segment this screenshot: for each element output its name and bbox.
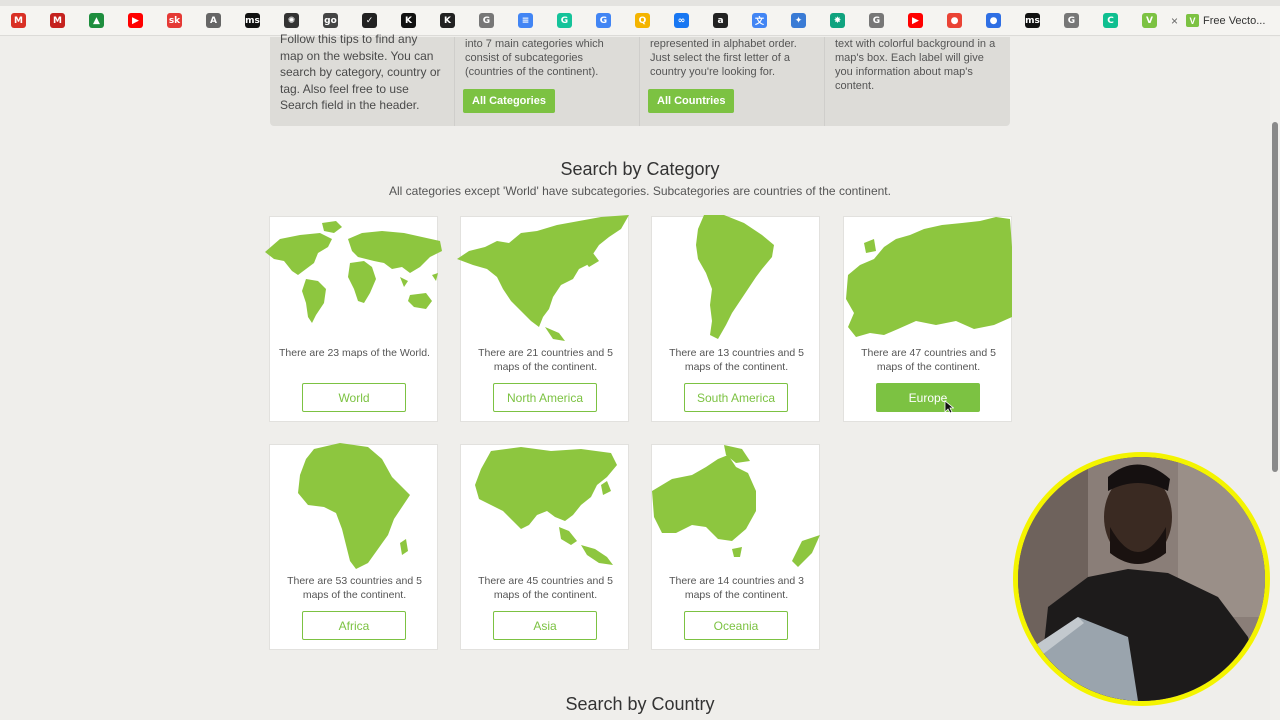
europe-description: There are 47 countries and 5 maps of the… [861, 347, 996, 373]
close-icon[interactable]: × [1171, 14, 1178, 28]
bookmarks-bar: M M ▲ ▶ sk Ams ✺ go ✓ K K G ≡ G G Q ∞ a 文 ✦ ✸ G ▶ ● ● ms G C V × V F… [0, 6, 1280, 36]
a-icon[interactable]: A [206, 13, 221, 28]
category-card-world: There are 23 maps of the World. World [265, 216, 442, 422]
category-card-europe: There are 47 countries and 5 maps of the… [843, 216, 1012, 422]
africa-description: There are 53 countries and 5 maps of the… [287, 575, 422, 601]
active-tab[interactable]: × V Free Vecto... [1171, 14, 1265, 28]
g-icon-2[interactable]: G [869, 13, 884, 28]
asia-button[interactable]: Asia [493, 611, 597, 640]
tip-categories-text: into 7 main categories which consist of … [465, 38, 604, 78]
shield-icon[interactable]: ✦ [791, 13, 806, 28]
category-section-title: Search by Category [560, 159, 720, 179]
amazon-icon[interactable]: a [713, 13, 728, 28]
go-icon[interactable]: go [323, 13, 338, 28]
tip-countries-text: represented in alphabet order. Just sele… [650, 38, 797, 78]
sk-icon[interactable]: sk [167, 13, 182, 28]
category-card-south-america: There are 13 countries and 5 maps of the… [651, 215, 820, 422]
k-icon[interactable]: K [401, 13, 416, 28]
gmail-icon[interactable]: M [11, 13, 26, 28]
gmail-icon-2[interactable]: M [50, 13, 65, 28]
google-icon[interactable]: G [596, 13, 611, 28]
asia-description: There are 45 countries and 5 maps of the… [478, 575, 613, 601]
category-card-africa: There are 53 countries and 5 maps of the… [269, 443, 438, 650]
canva-icon[interactable]: C [1103, 13, 1118, 28]
country-section-title: Search by Country [565, 694, 715, 714]
mouse-cursor-icon [944, 400, 954, 414]
europe-button[interactable]: Europe [876, 383, 980, 412]
nike-icon[interactable]: ✓ [362, 13, 377, 28]
category-card-north-america: There are 21 countries and 5 maps of the… [457, 215, 629, 422]
globe-icon[interactable]: ● [986, 13, 1001, 28]
north-america-map-icon [457, 215, 629, 341]
africa-map-icon [298, 443, 410, 569]
ms-icon[interactable]: ms [245, 13, 260, 28]
translate-icon[interactable]: 文 [752, 13, 767, 28]
grammarly-icon[interactable]: G [557, 13, 572, 28]
v-logo-icon: V [1186, 14, 1200, 27]
tip-labels-text: text with colorful background in a map's… [835, 38, 996, 92]
webcam-overlay [1013, 452, 1270, 706]
k-icon-2[interactable]: K [440, 13, 455, 28]
tip-countries: represented in alphabet order. Just sele… [640, 37, 825, 126]
world-description: There are 23 maps of the World. [279, 347, 430, 359]
south-america-button[interactable]: South America [684, 383, 788, 412]
maps-pin-icon[interactable]: ● [947, 13, 962, 28]
oceania-map-icon [652, 445, 820, 567]
tip-labels: text with colorful background in a map's… [825, 37, 1010, 126]
oceania-button[interactable]: Oceania [684, 611, 788, 640]
africa-button[interactable]: Africa [302, 611, 406, 640]
v-icon[interactable]: V [1142, 13, 1157, 28]
chatgpt-icon[interactable]: ✸ [830, 13, 845, 28]
openai-icon[interactable]: ✺ [284, 13, 299, 28]
category-section-subtitle: All categories except 'World' have subca… [389, 184, 891, 198]
search-tips-box: Follow this tips to find any map on the … [270, 32, 1010, 126]
tip-categories: into 7 main categories which consist of … [455, 37, 640, 126]
search-icon[interactable]: Q [635, 13, 650, 28]
world-button[interactable]: World [302, 383, 406, 412]
youtube-icon-2[interactable]: ▶ [908, 13, 923, 28]
world-map-icon [265, 221, 442, 323]
active-tab-label: Free Vecto... [1203, 14, 1266, 27]
g-icon[interactable]: G [479, 13, 494, 28]
drive-icon[interactable]: ▲ [89, 13, 104, 28]
oceania-description: There are 14 countries and 3 maps of the… [669, 575, 804, 601]
category-card-asia: There are 45 countries and 5 maps of the… [460, 444, 629, 650]
bookmarks-list: M M ▲ ▶ sk Ams ✺ go ✓ K K G ≡ G G Q ∞ a 文 ✦ ✸ G ▶ ● ● ms G C V [11, 13, 1181, 28]
meta-icon[interactable]: ∞ [674, 13, 689, 28]
europe-map-icon [846, 217, 1012, 337]
g-icon-3[interactable]: G [1064, 13, 1079, 28]
tip-intro-text: Follow this tips to find any map on the … [280, 32, 441, 112]
south-america-description: There are 13 countries and 5 maps of the… [669, 347, 804, 373]
north-america-description: There are 21 countries and 5 maps of the… [478, 347, 613, 373]
all-countries-button[interactable]: All Countries [648, 89, 735, 113]
category-card-oceania: There are 14 countries and 3 maps of the… [651, 444, 820, 650]
ms-icon-2[interactable]: ms [1025, 13, 1040, 28]
all-categories-button[interactable]: All Categories [463, 89, 555, 113]
presenter-video-icon [1018, 457, 1265, 701]
tip-intro: Follow this tips to find any map on the … [270, 32, 455, 126]
docs-icon[interactable]: ≡ [518, 13, 533, 28]
south-america-map-icon [696, 215, 774, 339]
north-america-button[interactable]: North America [493, 383, 597, 412]
youtube-icon[interactable]: ▶ [128, 13, 143, 28]
asia-map-icon [475, 447, 617, 565]
